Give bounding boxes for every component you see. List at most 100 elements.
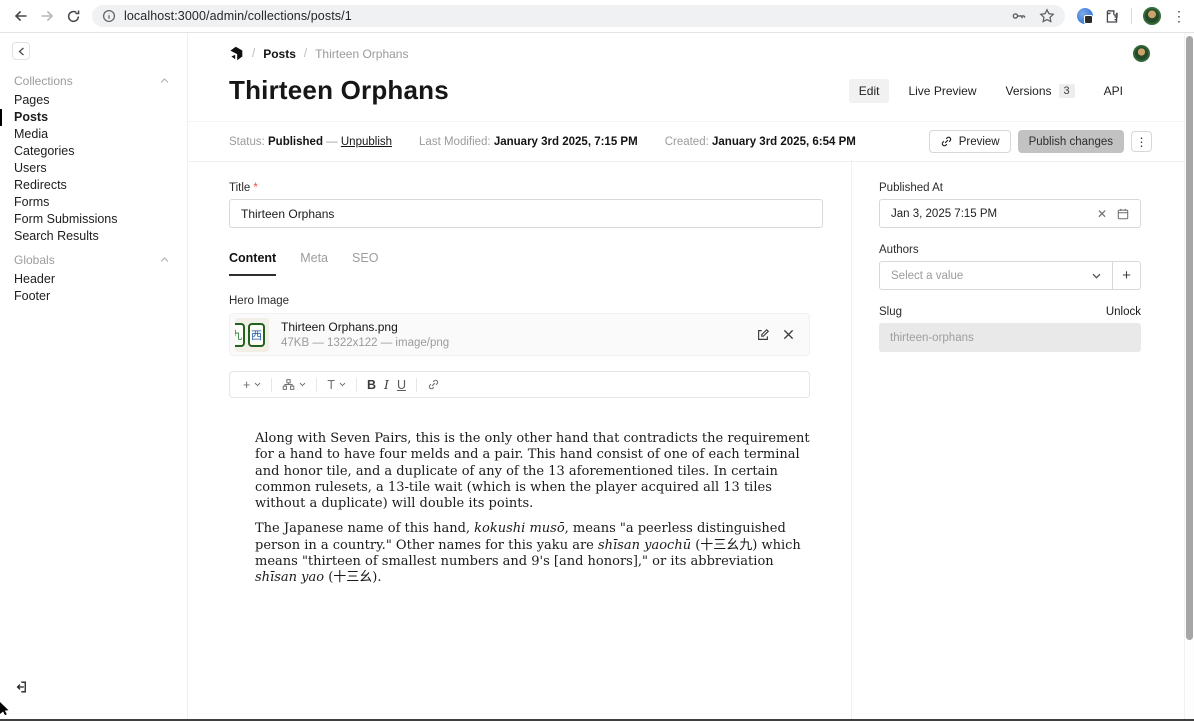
slug-field: Slug Unlock thirteen-orphans <box>879 306 1141 352</box>
sidebar-item-media[interactable]: Media <box>0 126 187 143</box>
publish-changes-button[interactable]: Publish changes <box>1018 130 1124 153</box>
browser-chrome: localhost:3000/admin/collections/posts/1… <box>0 0 1194 33</box>
sidebar: Collections Pages Posts Media Categories… <box>0 33 188 721</box>
forward-icon[interactable] <box>34 3 60 29</box>
chevron-down-icon <box>339 382 346 387</box>
tab-versions[interactable]: Versions 3 <box>996 79 1085 103</box>
screen: localhost:3000/admin/collections/posts/1… <box>0 0 1194 721</box>
link-icon <box>940 135 953 148</box>
browser-profile-avatar[interactable] <box>1143 7 1161 25</box>
breadcrumb-separator: / <box>252 48 255 60</box>
sidebar-item-users[interactable]: Users <box>0 160 187 177</box>
hero-image-label: Hero Image <box>229 295 851 307</box>
sidebar-item-pages[interactable]: Pages <box>0 92 187 109</box>
extensions-puzzle-icon[interactable] <box>1104 8 1120 24</box>
slug-unlock-button[interactable]: Unlock <box>1106 306 1141 318</box>
node-tree-icon <box>282 378 295 391</box>
status-text: Status: Published — Unpublish <box>229 136 392 148</box>
edit-form: Title* Thirteen Orphans Content Meta SEO… <box>188 160 852 721</box>
sidebar-item-search-results[interactable]: Search Results <box>0 228 187 245</box>
sidebar-item-categories[interactable]: Categories <box>0 143 187 160</box>
hero-image-thumbnail[interactable]: 九 西 <box>235 318 269 352</box>
unpublish-link[interactable]: Unpublish <box>341 136 392 148</box>
hero-file-name[interactable]: Thirteen Orphans.png <box>281 320 449 334</box>
tab-edit[interactable]: Edit <box>849 79 890 103</box>
doc-controls-bar: Status: Published — Unpublish Last Modif… <box>188 121 1194 162</box>
paragraph[interactable]: The Japanese name of this hand, kokushi … <box>255 521 811 586</box>
browser-menu-icon[interactable]: ⋮ <box>1172 9 1186 23</box>
back-icon[interactable] <box>8 3 34 29</box>
tab-seo[interactable]: SEO <box>352 251 378 276</box>
italic-button[interactable]: I <box>380 375 393 394</box>
url-text[interactable]: localhost:3000/admin/collections/posts/1 <box>124 9 352 23</box>
sidebar-item-posts[interactable]: Posts <box>0 109 187 126</box>
link-button[interactable] <box>423 376 444 393</box>
versions-count-badge: 3 <box>1059 84 1075 98</box>
authors-select[interactable]: Select a value <box>880 262 1112 289</box>
chevron-down-icon[interactable] <box>1092 273 1101 279</box>
bookmark-star-icon[interactable] <box>1039 8 1055 24</box>
hero-image-card: 九 西 Thirteen Orphans.png 47KB — 1322x122… <box>229 313 810 356</box>
url-bar[interactable]: localhost:3000/admin/collections/posts/1 <box>92 5 1065 27</box>
page-scrollbar[interactable] <box>1184 33 1194 721</box>
admin-app: Collections Pages Posts Media Categories… <box>0 33 1194 721</box>
published-at-input[interactable]: Jan 3, 2025 7:15 PM ✕ <box>879 199 1141 228</box>
reload-icon[interactable] <box>60 3 86 29</box>
add-author-button[interactable]: + <box>1112 262 1140 289</box>
form-tabs: Content Meta SEO <box>229 251 851 276</box>
sidebar-item-form-submissions[interactable]: Form Submissions <box>0 211 187 228</box>
underline-button[interactable]: U <box>393 376 410 394</box>
breadcrumb: / Posts / Thirteen Orphans <box>188 33 1194 62</box>
sidebar-item-forms[interactable]: Forms <box>0 194 187 211</box>
tab-content[interactable]: Content <box>229 251 276 276</box>
chevron-down-icon <box>254 382 261 387</box>
slug-input-disabled: thirteen-orphans <box>879 323 1141 352</box>
scrollbar-thumb[interactable] <box>1186 36 1193 640</box>
breadcrumb-separator: / <box>304 48 307 60</box>
doc-sidebar-panel: Published At Jan 3, 2025 7:15 PM ✕ <box>852 160 1194 721</box>
sidebar-collapse-button[interactable] <box>12 42 30 60</box>
site-info-icon[interactable] <box>102 9 116 23</box>
insert-block-button[interactable]: + <box>239 376 265 394</box>
logout-icon[interactable] <box>13 680 27 694</box>
tab-api[interactable]: API <box>1094 79 1133 103</box>
sidebar-item-redirects[interactable]: Redirects <box>0 177 187 194</box>
richtext-editor[interactable]: Along with Seven Pairs, this is the only… <box>229 431 811 587</box>
paragraph[interactable]: Along with Seven Pairs, this is the only… <box>255 431 811 512</box>
globals-group: Globals Header Footer <box>0 252 187 305</box>
link-icon <box>427 378 440 391</box>
calendar-icon[interactable] <box>1117 208 1129 220</box>
status-value: Published <box>268 136 323 148</box>
clear-date-icon[interactable]: ✕ <box>1097 208 1107 220</box>
breadcrumb-posts[interactable]: Posts <box>263 47 296 61</box>
block-type-button[interactable] <box>278 376 310 393</box>
edit-upload-icon[interactable] <box>756 328 770 342</box>
text-style-button[interactable]: T <box>323 376 350 394</box>
mouse-cursor <box>0 702 9 715</box>
sidebar-item-header[interactable]: Header <box>0 271 187 288</box>
account-avatar[interactable] <box>1133 45 1150 62</box>
hero-file-meta: 47KB — 1322x122 — image/png <box>281 337 449 349</box>
globals-label: Globals <box>14 253 55 267</box>
tab-meta[interactable]: Meta <box>300 251 328 276</box>
password-key-icon[interactable] <box>1011 8 1027 24</box>
required-asterisk: * <box>253 182 257 194</box>
extension-badge-icon[interactable] <box>1077 8 1093 24</box>
last-modified-text: Last Modified: January 3rd 2025, 7:15 PM <box>419 136 638 148</box>
published-at-field: Published At Jan 3, 2025 7:15 PM ✕ <box>879 182 1141 228</box>
title-input[interactable]: Thirteen Orphans <box>229 199 823 228</box>
view-tabs: Edit Live Preview Versions 3 API <box>849 79 1133 103</box>
chevron-up-icon <box>160 257 169 263</box>
collections-group: Collections Pages Posts Media Categories… <box>0 73 187 245</box>
tab-live-preview[interactable]: Live Preview <box>898 79 986 103</box>
payload-logo-icon[interactable] <box>229 46 244 61</box>
bold-button[interactable]: B <box>363 376 380 394</box>
collections-header[interactable]: Collections <box>0 73 187 89</box>
collections-label: Collections <box>14 74 73 88</box>
sidebar-item-footer[interactable]: Footer <box>0 288 187 305</box>
more-options-icon[interactable]: ⋮ <box>1131 131 1152 152</box>
published-at-label: Published At <box>879 182 1141 194</box>
remove-upload-icon[interactable] <box>783 329 794 340</box>
preview-button[interactable]: Preview <box>929 130 1011 153</box>
globals-header[interactable]: Globals <box>0 252 187 268</box>
